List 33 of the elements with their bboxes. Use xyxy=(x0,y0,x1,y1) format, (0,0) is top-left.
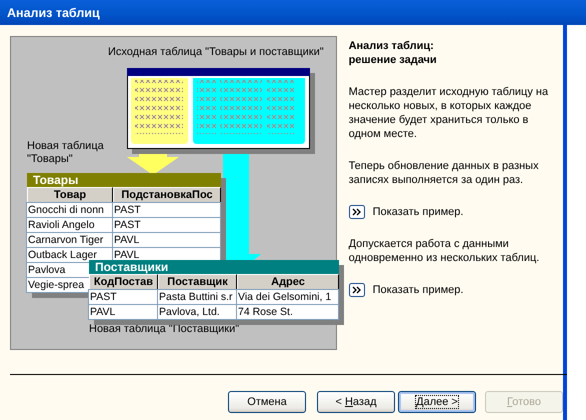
description-text: Допускается работа с данными одновременно из нескольких таблиц. xyxy=(348,237,540,265)
window-title: Анализ таблиц xyxy=(6,6,100,20)
table-cell: PAST xyxy=(88,289,158,305)
table-cell: Gnocchi di nonn xyxy=(26,202,113,218)
table-cell: Pavlova, Ltd. xyxy=(157,304,237,320)
table-cell: 74 Rose St. xyxy=(236,304,339,320)
column-header: ПодстановкаПос xyxy=(113,187,221,203)
table-cell: PAVL xyxy=(112,232,221,248)
example-label: Показать пример. xyxy=(372,206,464,218)
column-header: Поставщик xyxy=(158,274,237,290)
step-heading: Анализ таблиц: решение задачи xyxy=(348,39,438,67)
table-cell: PAST xyxy=(112,202,221,218)
column-header: Адрес xyxy=(237,274,339,290)
wizard-button[interactable]: < Назад xyxy=(317,391,395,413)
table-title-bar: Поставщики xyxy=(89,260,339,274)
column-header: КодПостав xyxy=(89,274,158,290)
double-chevron-icon xyxy=(348,283,365,297)
column-header: Товар xyxy=(27,187,113,203)
table-cell: PAVL xyxy=(88,304,158,320)
wizard-button[interactable]: Далее > xyxy=(398,391,476,413)
diagram-caption: Исходная таблица "Товары и поставщики" xyxy=(108,46,324,58)
table-title-bar: Товары xyxy=(27,173,221,187)
show-example-button[interactable] xyxy=(348,205,365,219)
double-chevron-icon xyxy=(348,205,365,219)
example-label: Показать пример. xyxy=(372,284,464,296)
description-text: Теперь обновление данных в разных записях выполняется за один раз. xyxy=(348,159,540,187)
table-cell: Via dei Gelsomini, 1 xyxy=(236,289,339,305)
description-text: Мастер разделит исходную таблицу на несколько новых, в которых каждое значение будет храниться только в одном месте. xyxy=(348,85,550,141)
table-caption: Новая таблица "Товары" xyxy=(27,140,105,166)
wizard-button[interactable]: Отмена xyxy=(228,391,306,413)
show-example-button[interactable] xyxy=(348,283,365,297)
table-cell: PAST xyxy=(112,217,221,233)
table-caption: Новая таблица "Поставщики" xyxy=(89,323,240,336)
